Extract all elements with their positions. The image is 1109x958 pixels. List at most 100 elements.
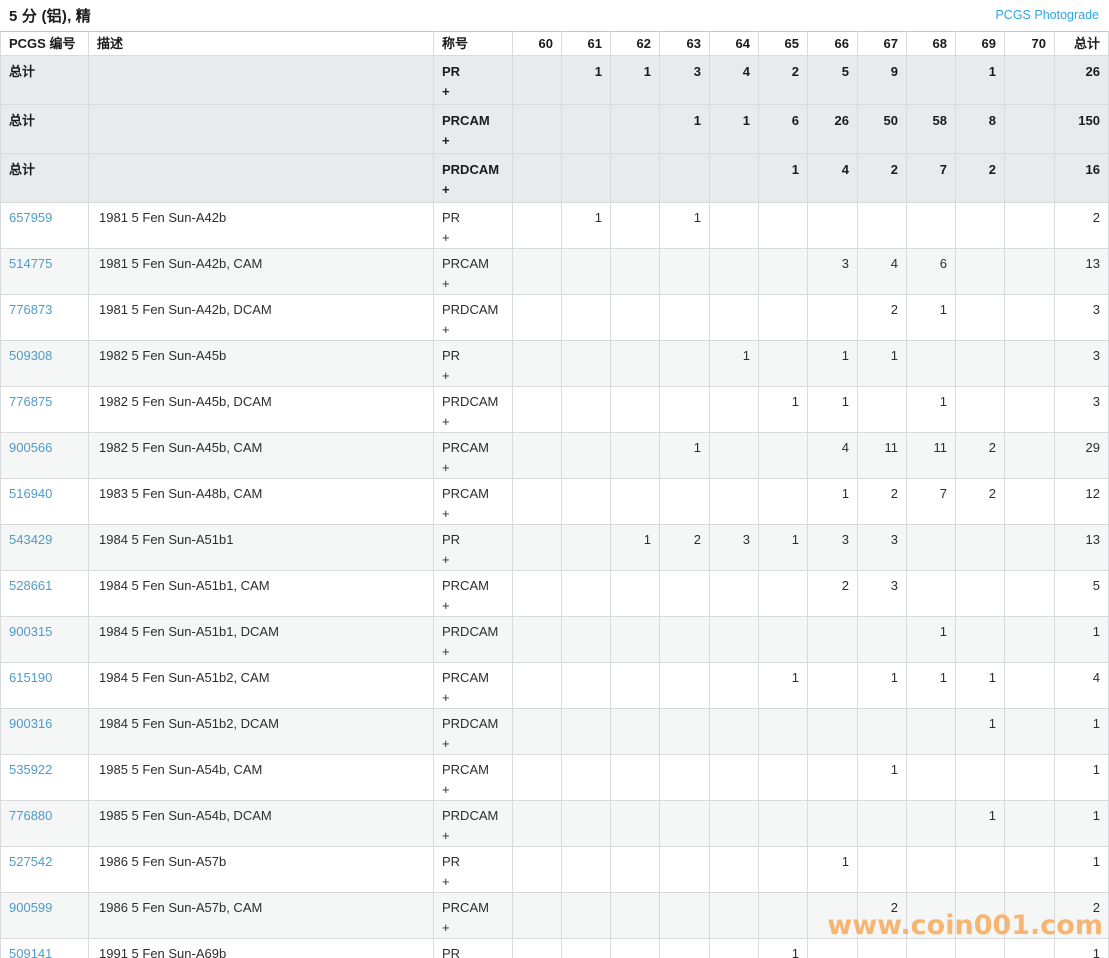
grade-70-cell — [1004, 800, 1055, 847]
grade-64-cell — [709, 754, 759, 801]
grade-68-cell: 1 — [906, 616, 956, 663]
designation-label: PRCAM — [442, 440, 489, 455]
designation-cell: PRDCAM + — [433, 294, 513, 341]
grade-66-cell — [807, 616, 858, 663]
pcgs-number-link[interactable]: 657959 — [9, 210, 52, 225]
coin-row-535922: 535922 1985 5 Fen Sun-A54b, CAM PRCAM +1 1 — [0, 754, 1109, 801]
pcgs-number-link[interactable]: 514775 — [9, 256, 52, 271]
grade-64-cell — [709, 800, 759, 847]
grade-60-cell — [512, 708, 562, 755]
grade-70-cell — [1004, 104, 1055, 154]
total-cell: 150 — [1054, 104, 1109, 154]
grade-62-cell — [610, 153, 660, 203]
col-header-grade-69: 69 — [955, 31, 1005, 56]
grade-65-cell — [758, 800, 808, 847]
coin-row-516940: 516940 1983 5 Fen Sun-A48b, CAM PRCAM +1 2 7 2… — [0, 478, 1109, 525]
grade-66-cell: 1 — [807, 386, 858, 433]
description-cell: 1983 5 Fen Sun-A48b, CAM — [88, 478, 434, 525]
total-cell: 3 — [1054, 294, 1109, 341]
designation-cell: PRCAM + — [433, 754, 513, 801]
pcgs-number-link[interactable]: 900316 — [9, 716, 52, 731]
header-row: PCGS 编号 描述 称号 60 61 62 63 64 65 66 67 68 69 70 总计 — [0, 31, 1109, 56]
coin-row-900599: 900599 1986 5 Fen Sun-A57b, CAM PRCAM +2 2 — [0, 892, 1109, 939]
grade-66-cell — [807, 294, 858, 341]
total-cell: 12 — [1054, 478, 1109, 525]
grade-62-cell — [610, 386, 660, 433]
total-cell: 1 — [1054, 616, 1109, 663]
summary-label-cell: 总计 — [0, 153, 89, 203]
grade-64-cell — [709, 248, 759, 295]
grade-66-cell: 1 — [807, 478, 858, 525]
designation-label: PRCAM — [442, 113, 490, 128]
grade-64-cell: 1 — [709, 340, 759, 387]
pcgs-number-cell: 514775 — [0, 248, 89, 295]
grade-62-cell — [610, 800, 660, 847]
grade-70-cell — [1004, 616, 1055, 663]
description-cell: 1981 5 Fen Sun-A42b, DCAM — [88, 294, 434, 341]
pcgs-number-link[interactable]: 527542 — [9, 854, 52, 869]
grade-60-cell — [512, 478, 562, 525]
pcgs-number-link[interactable]: 528661 — [9, 578, 52, 593]
coin-row-615190: 615190 1984 5 Fen Sun-A51b2, CAM PRCAM +1 1 1… — [0, 662, 1109, 709]
grade-63-cell — [659, 662, 710, 709]
grade-67-cell: 2 — [857, 892, 907, 939]
grade-61-cell — [561, 294, 611, 341]
pcgs-number-link[interactable]: 615190 — [9, 670, 52, 685]
designation-plus-suffix: + — [442, 598, 450, 613]
grade-65-cell: 1 — [758, 662, 808, 709]
col-header-grade-65: 65 — [758, 31, 808, 56]
pcgs-number-link[interactable]: 900566 — [9, 440, 52, 455]
grade-68-cell — [906, 938, 956, 958]
pcgs-number-link[interactable]: 535922 — [9, 762, 52, 777]
grade-60-cell — [512, 153, 562, 203]
grade-69-cell: 2 — [955, 432, 1005, 479]
designation-label: PRDCAM — [442, 302, 499, 317]
grade-60-cell — [512, 570, 562, 617]
grade-61-cell: 1 — [561, 202, 611, 249]
designation-plus-suffix: + — [442, 322, 450, 337]
grade-60-cell — [512, 294, 562, 341]
grade-67-cell — [857, 708, 907, 755]
population-report-page: 5 分 (铝), 精 PCGS Photograde PCGS 编号 描述 称号 60… — [0, 0, 1109, 958]
description-cell: 1985 5 Fen Sun-A54b, CAM — [88, 754, 434, 801]
pcgs-number-link[interactable]: 900599 — [9, 900, 52, 915]
designation-cell: PRDCAM + — [433, 708, 513, 755]
grade-67-cell: 1 — [857, 754, 907, 801]
grade-64-cell — [709, 202, 759, 249]
grade-64-cell — [709, 892, 759, 939]
pcgs-number-link[interactable]: 776873 — [9, 302, 52, 317]
grade-60-cell — [512, 104, 562, 154]
col-header-grade-70: 70 — [1004, 31, 1055, 56]
designation-plus-suffix: + — [442, 690, 450, 705]
grade-60-cell — [512, 846, 562, 893]
pcgs-number-link[interactable]: 509308 — [9, 348, 52, 363]
grade-60-cell — [512, 248, 562, 295]
grade-64-cell — [709, 294, 759, 341]
grade-68-cell: 7 — [906, 153, 956, 203]
grade-68-cell: 7 — [906, 478, 956, 525]
grade-63-cell: 2 — [659, 524, 710, 571]
designation-cell: PRCAM + — [433, 432, 513, 479]
pcgs-number-link[interactable]: 516940 — [9, 486, 52, 501]
designation-plus-suffix: + — [442, 460, 450, 475]
description-cell: 1984 5 Fen Sun-A51b1 — [88, 524, 434, 571]
pcgs-photograde-link[interactable]: PCGS Photograde — [995, 8, 1099, 22]
designation-label: PRDCAM — [442, 624, 499, 639]
pcgs-number-link[interactable]: 900315 — [9, 624, 52, 639]
total-cell: 1 — [1054, 938, 1109, 958]
grade-61-cell — [561, 892, 611, 939]
coin-row-657959: 657959 1981 5 Fen Sun-A42b PR +1 1 2 — [0, 202, 1109, 249]
coin-row-900315: 900315 1984 5 Fen Sun-A51b1, DCAM PRDCAM +1… — [0, 616, 1109, 663]
designation-label: PRCAM — [442, 256, 489, 271]
grade-68-cell — [906, 754, 956, 801]
grade-67-cell: 4 — [857, 248, 907, 295]
coin-row-527542: 527542 1986 5 Fen Sun-A57b PR +1 1 — [0, 846, 1109, 893]
pcgs-number-link[interactable]: 776875 — [9, 394, 52, 409]
grade-69-cell — [955, 340, 1005, 387]
pcgs-number-link[interactable]: 776880 — [9, 808, 52, 823]
grade-63-cell — [659, 846, 710, 893]
pcgs-number-link[interactable]: 543429 — [9, 532, 52, 547]
grade-66-cell — [807, 754, 858, 801]
pcgs-number-link[interactable]: 509141 — [9, 946, 52, 958]
grade-65-cell — [758, 616, 808, 663]
